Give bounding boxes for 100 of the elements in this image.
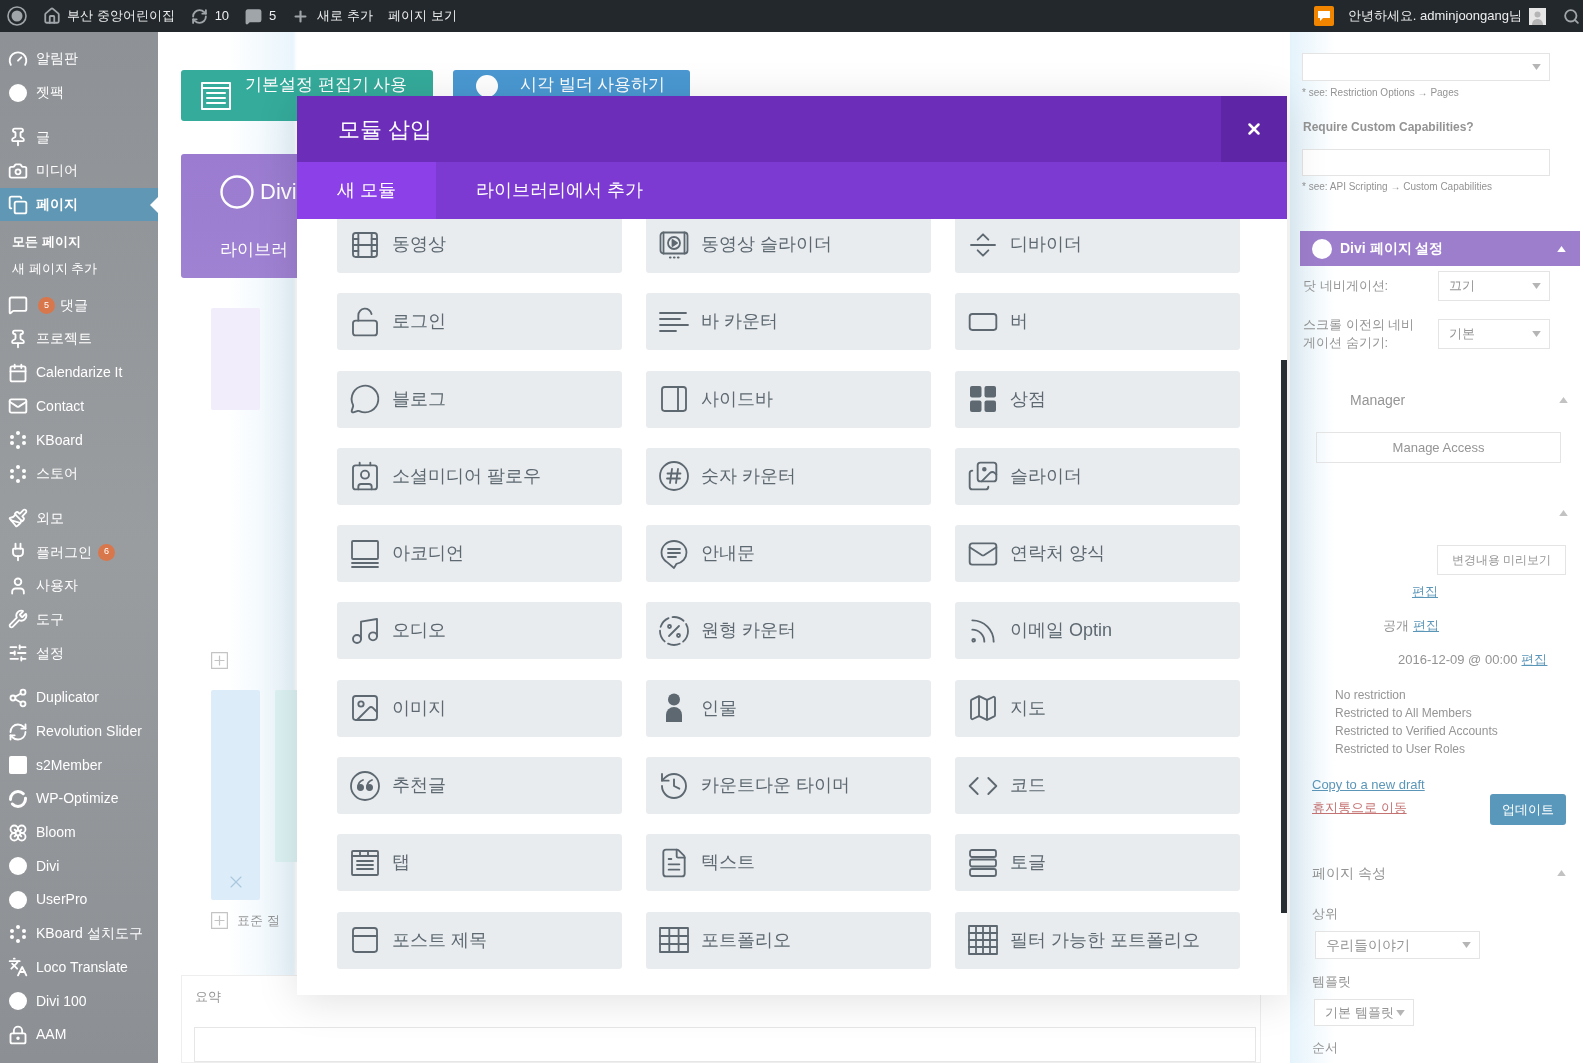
restriction-option[interactable]: No restriction xyxy=(1335,686,1498,704)
sidebar-item[interactable]: 스토어 xyxy=(0,456,158,491)
module-tile[interactable]: 사이드바 xyxy=(646,370,931,428)
comments-link[interactable]: 5 xyxy=(245,6,277,26)
disc-icon xyxy=(8,856,28,877)
manage-access-button[interactable]: Manage Access xyxy=(1316,432,1561,463)
restriction-option[interactable]: Restricted to Verified Accounts xyxy=(1335,722,1498,740)
dropdown-arrow-icon xyxy=(1462,942,1471,948)
preview-button[interactable]: 변경내용 미리보기 xyxy=(1437,545,1566,575)
circle-icon xyxy=(475,74,499,98)
sidebar-item[interactable]: 외모 xyxy=(0,501,158,536)
new-item-link[interactable]: 새로 추가 xyxy=(292,6,373,26)
module-tile[interactable]: 바 카운터 xyxy=(646,293,931,351)
module-tile[interactable]: 오디오 xyxy=(337,602,622,660)
submenu-item[interactable]: 모든 페이지 xyxy=(0,228,158,256)
square-icon xyxy=(8,755,28,776)
module-tile[interactable]: 소셜미디어 팔로우 xyxy=(337,447,622,505)
sidebar-item[interactable]: 설정 xyxy=(0,636,158,670)
sidebar-item[interactable]: 플러그인 6 xyxy=(0,535,158,569)
sidebar-item[interactable]: 글 xyxy=(0,120,158,155)
module-tile[interactable]: 텍스트 xyxy=(646,834,931,892)
module-tile[interactable]: 코드 xyxy=(955,757,1240,815)
sidebar-item[interactable]: KBoard xyxy=(0,423,158,457)
module-tile[interactable]: 숫자 카운터 xyxy=(646,447,931,505)
select-field[interactable]: 기본 템플릿 xyxy=(1314,999,1414,1026)
view-page-link[interactable]: 페이지 보기 xyxy=(387,6,457,26)
restriction-option[interactable]: Restricted to All Members xyxy=(1335,704,1498,722)
module-tile[interactable]: 지도 xyxy=(955,679,1240,737)
updates-link[interactable]: 10 xyxy=(190,6,230,26)
module-tile[interactable]: 버 xyxy=(955,293,1240,351)
scrollbar-thumb[interactable] xyxy=(1281,360,1287,913)
sidebar-item[interactable]: AAM xyxy=(0,1017,158,1052)
sidebar-item[interactable]: 젯팩 xyxy=(0,75,158,110)
module-tile[interactable]: 추천글 xyxy=(337,757,622,815)
status-value: 공개 xyxy=(1383,617,1409,636)
padlock-icon xyxy=(349,305,381,338)
select-field[interactable]: 우리들이야기 xyxy=(1315,931,1480,959)
module-tile[interactable]: 연락처 양식 xyxy=(955,525,1240,583)
sidebar-item[interactable]: Loco Translate xyxy=(0,950,158,985)
dialog-tab[interactable]: 라이브러리에서 추가 xyxy=(436,162,684,219)
capabilities-field[interactable] xyxy=(1302,149,1550,176)
sidebar-item[interactable]: 도구 xyxy=(0,602,158,637)
module-tile[interactable]: 블로그 xyxy=(337,370,622,428)
close-button[interactable] xyxy=(1221,96,1287,162)
module-tile[interactable]: 카운트다운 타이머 xyxy=(646,757,931,815)
module-tile[interactable]: 동영상 xyxy=(337,219,622,273)
select-field[interactable] xyxy=(1302,53,1550,81)
sidebar-item[interactable]: s2Member xyxy=(0,748,158,783)
module-tile[interactable]: 탭 xyxy=(337,834,622,892)
sidebar-item[interactable]: 미디어 xyxy=(0,154,158,188)
edit-link[interactable]: 편집 xyxy=(1412,582,1438,602)
sidebar-item[interactable]: Calendarize It xyxy=(0,355,158,390)
update-button[interactable]: 업데이트 xyxy=(1490,794,1566,825)
sidebar-item[interactable]: KBoard 설치도구 xyxy=(0,916,158,951)
module-tile[interactable]: 안내문 xyxy=(646,525,931,583)
sidebar-item[interactable]: Bloom xyxy=(0,815,158,850)
sidebar-item[interactable]: UserPro xyxy=(0,883,158,917)
module-tile[interactable]: 필터 가능한 포트폴리오 xyxy=(955,911,1240,969)
excerpt-field[interactable] xyxy=(194,1027,1256,1062)
sidebar-item[interactable]: WP-Optimize xyxy=(0,782,158,816)
edit-link[interactable]: 편집 xyxy=(1413,616,1439,636)
dropdown-arrow-icon xyxy=(1532,283,1541,289)
select-field[interactable]: 기본 xyxy=(1438,319,1550,349)
sidebar-item[interactable]: Divi 100 xyxy=(0,984,158,1018)
search-icon[interactable] xyxy=(1563,7,1580,25)
speech-bubble-icon xyxy=(349,383,381,416)
edit-link[interactable]: 편집 xyxy=(1521,650,1548,670)
sidebar-item[interactable]: Contact xyxy=(0,389,158,424)
module-tile[interactable]: 이메일 Optin xyxy=(955,602,1240,660)
trash-link[interactable]: 휴지통으로 이동 xyxy=(1312,800,1425,816)
sidebar-item[interactable]: 페이지 xyxy=(0,187,158,222)
sidebar-item[interactable]: 프로젝트 xyxy=(0,322,158,356)
module-tile[interactable]: 디바이더 xyxy=(955,219,1240,273)
module-tile[interactable]: 포스트 제목 xyxy=(337,911,622,969)
add-row-label[interactable]: 표준 절 xyxy=(237,912,280,929)
sidebar-item[interactable]: Duplicator xyxy=(0,681,158,715)
section-title: Divi 페이지 설정 xyxy=(1340,239,1445,258)
module-tile[interactable]: 토글 xyxy=(955,834,1240,892)
select-field[interactable]: 끄기 xyxy=(1438,271,1550,301)
restriction-option[interactable]: Restricted to User Roles xyxy=(1335,740,1498,758)
dialog-tab[interactable]: 새 모듈 xyxy=(297,162,436,219)
account-link[interactable]: 안녕하세요. adminjoongang님 xyxy=(1347,6,1546,26)
avatar-icon xyxy=(1529,7,1546,25)
sidebar-item[interactable]: 5 댓글 xyxy=(0,288,158,323)
module-tile[interactable]: 원형 카운터 xyxy=(646,602,931,660)
sidebar-item[interactable]: Divi xyxy=(0,849,158,884)
module-tile[interactable]: 인물 xyxy=(646,679,931,737)
submenu-item[interactable]: 새 페이지 추가 xyxy=(0,255,158,283)
copy-draft-link[interactable]: Copy to a new draft xyxy=(1312,777,1425,793)
module-tile[interactable]: 동영상 슬라이더 xyxy=(646,219,931,273)
site-name-link[interactable]: 부산 중앙어린이집 xyxy=(43,6,175,26)
module-tile[interactable]: 아코디언 xyxy=(337,525,622,583)
sidebar-item[interactable]: 사용자 xyxy=(0,568,158,603)
sidebar-item[interactable]: Revolution Slider xyxy=(0,714,158,749)
module-tile[interactable]: 상점 xyxy=(955,370,1240,428)
module-tile[interactable]: 로그인 xyxy=(337,293,622,351)
module-tile[interactable]: 이미지 xyxy=(337,679,622,737)
module-tile[interactable]: 포트폴리오 xyxy=(646,911,931,969)
module-tile[interactable]: 슬라이더 xyxy=(955,447,1240,505)
sidebar-item[interactable]: 알림판 xyxy=(0,42,158,76)
